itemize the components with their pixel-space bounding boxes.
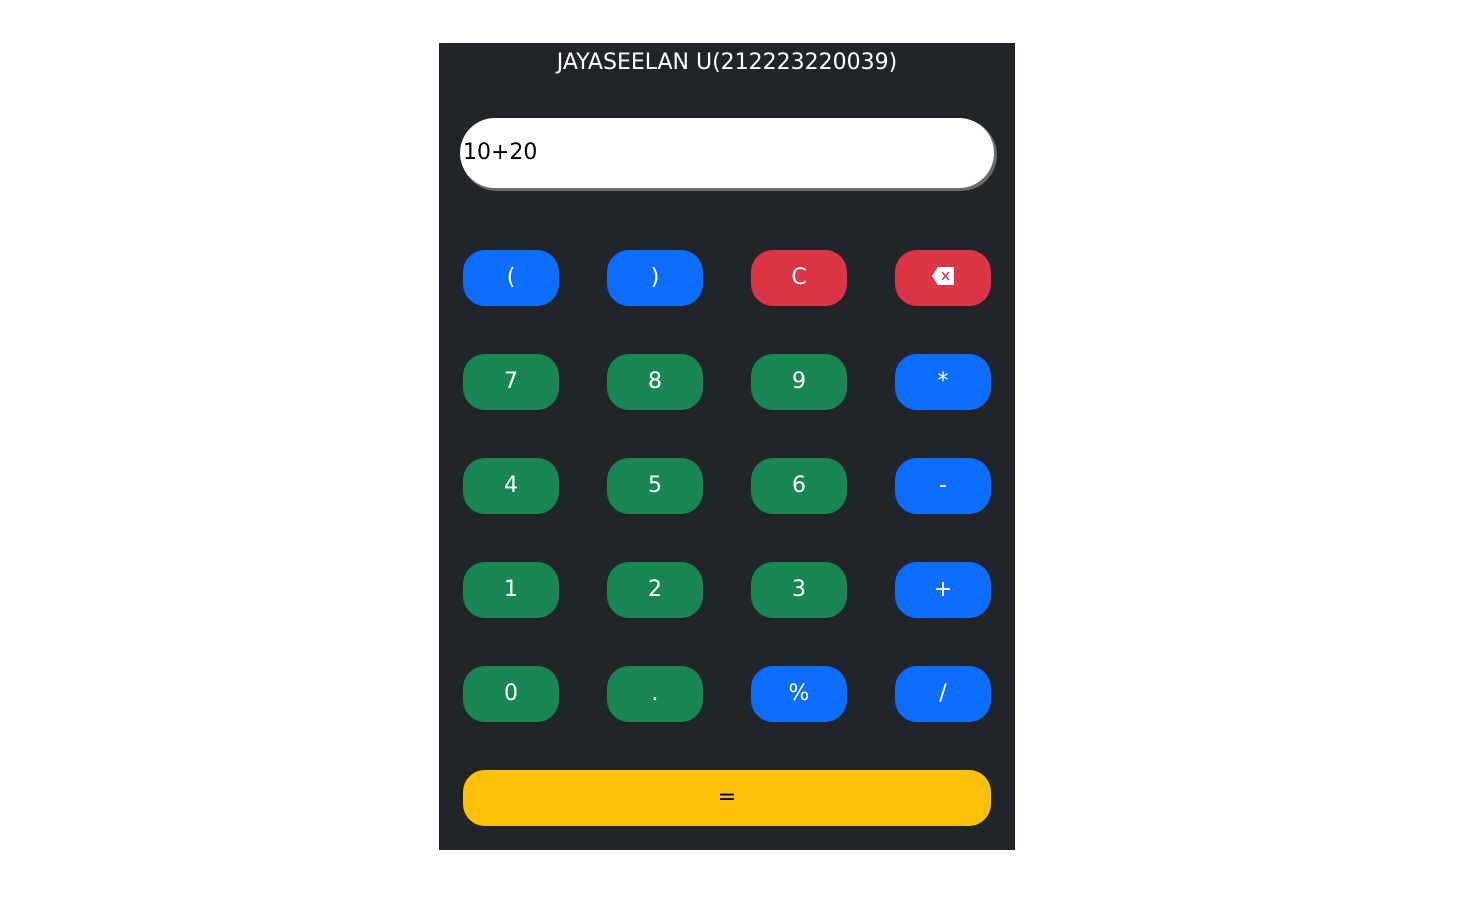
digit-1-button[interactable]: 1: [463, 562, 559, 618]
digit-5-button[interactable]: 5: [607, 458, 703, 514]
equals-button[interactable]: =: [463, 770, 991, 826]
divide-button[interactable]: /: [895, 666, 991, 722]
minus-button[interactable]: -: [895, 458, 991, 514]
close-paren-button[interactable]: ): [607, 250, 703, 306]
backspace-button[interactable]: [895, 250, 991, 306]
calculator-title: JAYASEELAN U(212223220039): [556, 50, 898, 75]
open-paren-button[interactable]: (: [463, 250, 559, 306]
percent-button[interactable]: %: [751, 666, 847, 722]
calculator-panel: JAYASEELAN U(212223220039) 10+20 ( ) C 7…: [439, 43, 1015, 850]
digit-7-button[interactable]: 7: [463, 354, 559, 410]
digit-9-button[interactable]: 9: [751, 354, 847, 410]
digit-0-button[interactable]: 0: [463, 666, 559, 722]
calculator-display[interactable]: 10+20: [460, 118, 994, 188]
digit-2-button[interactable]: 2: [607, 562, 703, 618]
clear-button[interactable]: C: [751, 250, 847, 306]
digit-6-button[interactable]: 6: [751, 458, 847, 514]
plus-button[interactable]: +: [895, 562, 991, 618]
decimal-point-button[interactable]: .: [607, 666, 703, 722]
digit-4-button[interactable]: 4: [463, 458, 559, 514]
backspace-icon: [932, 267, 954, 285]
multiply-button[interactable]: *: [895, 354, 991, 410]
digit-8-button[interactable]: 8: [607, 354, 703, 410]
digit-3-button[interactable]: 3: [751, 562, 847, 618]
